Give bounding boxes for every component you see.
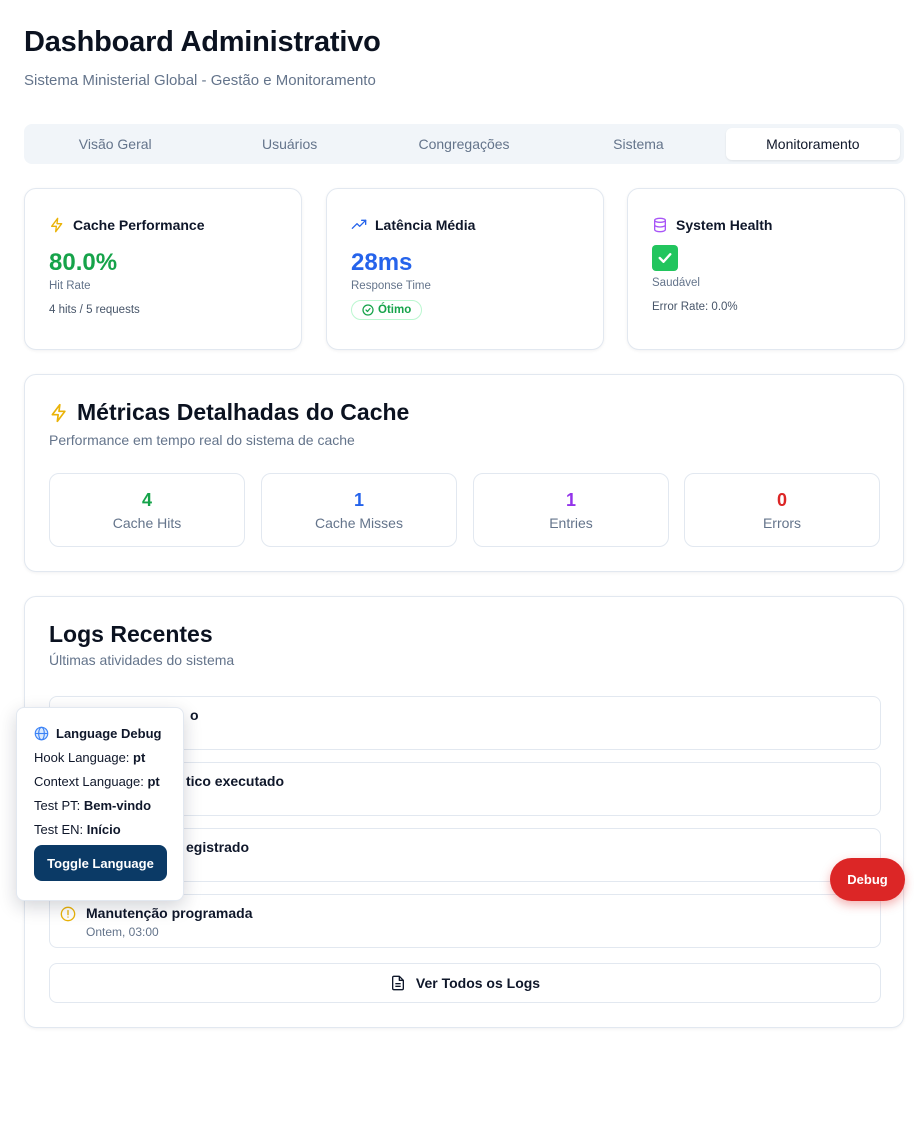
metric-label: Cache Misses: [315, 515, 403, 531]
test-en-label: Test EN:: [34, 822, 87, 837]
metric-label: Entries: [549, 515, 593, 531]
system-health-label: Saudável: [652, 277, 700, 289]
status-badge-label: Ótimo: [378, 304, 412, 316]
latency-title: Latência Média: [375, 217, 476, 233]
hook-language-label: Hook Language:: [34, 750, 134, 765]
metric-value: 0: [776, 490, 787, 510]
metric-value: 1: [353, 490, 364, 510]
system-health-card: System Health Saudável Error Rate: 0.0%: [627, 188, 905, 350]
error-rate-detail: Error Rate: 0.0%: [652, 301, 738, 313]
check-mark-icon: [652, 245, 678, 271]
system-health-title: System Health: [676, 217, 773, 233]
log-item[interactable]: Manutenção programada Ontem, 03:00: [49, 894, 881, 948]
globe-icon: [34, 726, 49, 741]
page-title: Dashboard Administrativo: [24, 26, 381, 58]
log-title: tico executado: [186, 773, 285, 789]
test-pt-value: Bem-vindo: [83, 798, 152, 813]
metric-entries: 1 Entries: [473, 473, 669, 547]
zap-icon: [51, 403, 66, 422]
page-subtitle: Sistema Ministerial Global - Gestão e Mo…: [24, 72, 376, 89]
log-title: egistrado: [186, 839, 250, 855]
metric-cache-misses: 1 Cache Misses: [261, 473, 457, 547]
trending-up-icon: [351, 219, 367, 229]
tab-usuarios[interactable]: Usuários: [202, 128, 376, 160]
cache-hit-rate-label: Hit Rate: [49, 280, 91, 292]
cache-metrics-subtitle: Performance em tempo real do sistema de …: [49, 432, 355, 448]
context-language-label: Context Language:: [34, 774, 148, 789]
metric-value: 4: [141, 490, 152, 510]
metric-label: Cache Hits: [112, 515, 182, 531]
test-pt-line: Test PT: Bem-vindo: [34, 798, 183, 813]
hook-language-value: pt: [133, 750, 146, 765]
metric-errors: 0 Errors: [684, 473, 880, 547]
tab-visao-geral[interactable]: Visão Geral: [28, 128, 202, 160]
log-time: Ontem, 03:00: [86, 925, 159, 939]
cache-performance-card: Cache Performance 80.0% Hit Rate 4 hits …: [24, 188, 302, 350]
file-text-icon: [391, 975, 404, 991]
test-en-value: Início: [86, 822, 121, 837]
cache-hit-rate-value: 80.0%: [49, 249, 118, 276]
context-language-line: Context Language: pt: [34, 774, 183, 789]
check-circle-icon: [362, 304, 374, 316]
language-debug-title: Language Debug: [56, 726, 162, 741]
toggle-language-button[interactable]: Toggle Language: [34, 845, 167, 881]
hook-language-line: Hook Language: pt: [34, 750, 183, 765]
latency-label: Response Time: [351, 280, 431, 292]
view-all-logs-button[interactable]: Ver Todos os Logs: [49, 963, 881, 1003]
tab-sistema[interactable]: Sistema: [551, 128, 725, 160]
language-debug-panel: Language Debug Hook Language: pt Context…: [16, 707, 184, 901]
zap-icon: [51, 217, 63, 233]
log-title: Manutenção programada: [86, 905, 253, 921]
metric-label: Errors: [762, 515, 802, 531]
tab-congregacoes[interactable]: Congregações: [377, 128, 551, 160]
status-badge: Ótimo: [351, 300, 423, 320]
test-pt-label: Test PT:: [34, 798, 84, 813]
cache-requests-detail: 4 hits / 5 requests: [49, 304, 140, 316]
context-language-value: pt: [147, 774, 160, 789]
cache-metrics-title: Métricas Detalhadas do Cache: [77, 399, 410, 425]
metric-value: 1: [565, 490, 576, 510]
database-icon: [654, 217, 666, 233]
cache-performance-title: Cache Performance: [73, 217, 205, 233]
log-title: o: [190, 707, 199, 723]
logs-title: Logs Recentes: [49, 621, 213, 647]
latency-card: Latência Média 28ms Response Time Ótimo: [326, 188, 604, 350]
tab-list: Visão Geral Usuários Congregações Sistem…: [24, 124, 904, 164]
debug-button[interactable]: Debug: [830, 858, 905, 901]
cache-metrics-card: Métricas Detalhadas do Cache Performance…: [24, 374, 904, 572]
logs-subtitle: Últimas atividades do sistema: [49, 652, 235, 668]
test-en-line: Test EN: Início: [34, 822, 183, 837]
alert-circle-icon: [60, 906, 76, 922]
tab-monitoramento[interactable]: Monitoramento: [725, 128, 901, 160]
latency-value: 28ms: [351, 249, 413, 276]
view-all-logs-label: Ver Todos os Logs: [415, 975, 541, 991]
metric-cache-hits: 4 Cache Hits: [49, 473, 245, 547]
